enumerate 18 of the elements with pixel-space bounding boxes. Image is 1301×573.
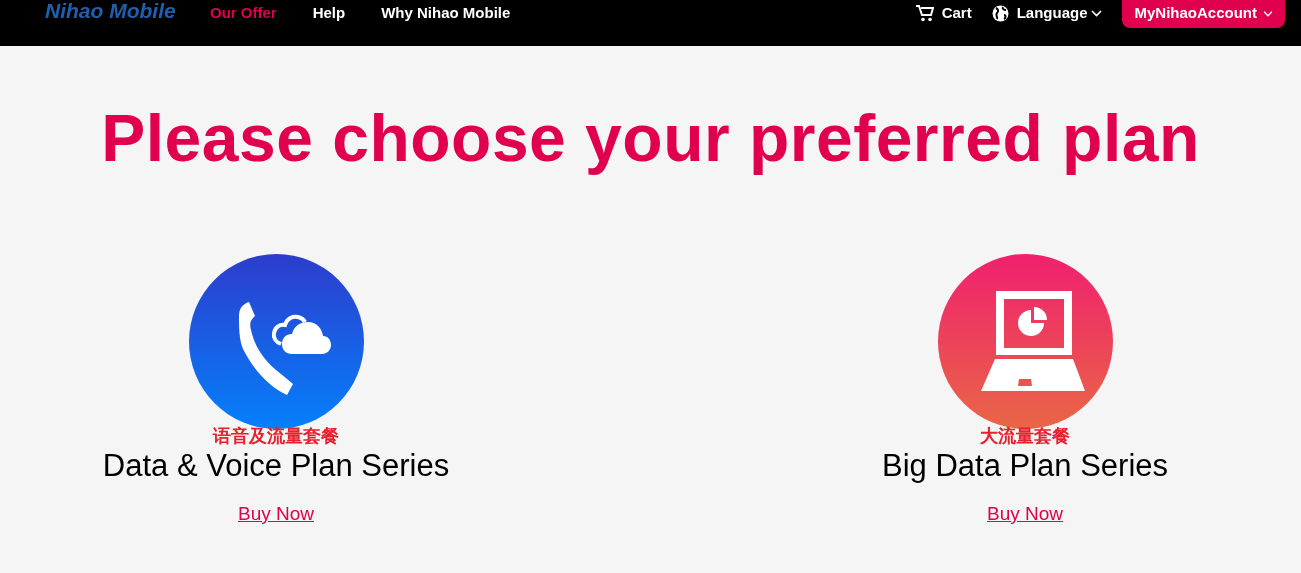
globe-icon[interactable] [991, 4, 1009, 22]
buy-now-link[interactable]: Buy Now [987, 500, 1063, 529]
page-title: Please choose your preferred plan [101, 100, 1200, 177]
language-menu[interactable]: Language [1016, 2, 1103, 25]
cart-link[interactable]: Cart [941, 2, 972, 25]
plan-name: Big Data Plan Series [881, 448, 1168, 484]
chevron-down-icon [1091, 9, 1103, 17]
plan-caption: 语音及流量套餐 [213, 426, 339, 446]
buy-now-link[interactable]: Buy Now [238, 500, 314, 529]
cart-icon[interactable] [915, 4, 934, 22]
nav-link[interactable]: Why Nihao Mobile [381, 2, 511, 25]
account-button[interactable]: MyNihaoAccount [1122, 0, 1285, 28]
plan-caption: 大流量套餐 [980, 426, 1070, 446]
logo[interactable]: Nihao Mobile [45, 0, 176, 27]
chevron-down-icon [1263, 10, 1273, 17]
nav-link[interactable]: Help [312, 2, 346, 25]
plan-name: Data & Voice Plan Series [102, 448, 450, 484]
nav-link[interactable]: Our Offer [210, 2, 277, 25]
